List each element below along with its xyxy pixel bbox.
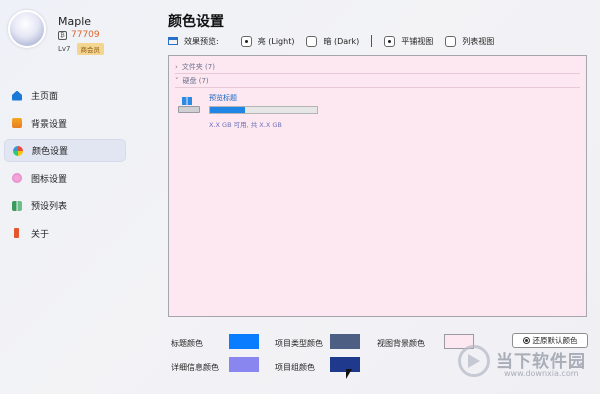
type-color-label: 项目类型颜色	[275, 339, 323, 348]
sidebar-item-color[interactable]: 颜色设置	[4, 139, 126, 162]
preview-options: 效果预览: 亮 (Light) 暗 (Dark) 平铺视图 列表视图	[168, 34, 506, 48]
level-label: Lv7	[58, 45, 71, 53]
watermark: 当下软件园 www.downxia.com	[458, 343, 598, 391]
level-row: Lv7 商会员	[58, 43, 104, 55]
folders-group[interactable]: › 文件夹 (7)	[175, 62, 215, 72]
type-color-swatch[interactable]	[330, 334, 360, 349]
divider	[175, 73, 580, 74]
detail-color-label: 详细信息颜色	[171, 363, 219, 372]
sidebar-item-label: 预设列表	[31, 202, 68, 212]
title-color-swatch[interactable]	[229, 334, 259, 349]
coin-value: 77709	[71, 30, 100, 40]
sidebar-item-presets[interactable]: 预设列表	[4, 194, 126, 217]
flower-icon	[12, 173, 22, 183]
sidebar-item-about[interactable]: 关于	[4, 222, 126, 245]
explorer-preview: › 文件夹 (7) ˅ 硬盘 (7) 预览标题 X.X GB 可用, 共 X.X…	[168, 55, 587, 317]
detail-color-swatch[interactable]	[229, 357, 259, 372]
member-badge: 商会员	[76, 43, 104, 55]
coin-icon: ₿	[58, 30, 67, 40]
folder-icon	[12, 118, 22, 128]
radio-dark[interactable]	[306, 35, 318, 47]
drive-info: 预览标题 X.X GB 可用, 共 X.X GB	[209, 93, 318, 129]
sidebar-item-label: 图标设置	[31, 174, 68, 185]
list-view-label: 列表视图	[462, 36, 495, 46]
title-color-label: 标题颜色	[171, 339, 203, 348]
drive-icon	[178, 97, 202, 115]
sidebar-item-label: 颜色设置	[32, 147, 69, 157]
dark-mode-option[interactable]: 暗 (Dark)	[306, 35, 360, 47]
user-name: Maple	[58, 15, 92, 28]
sidebar: Maple ₿ 77709 Lv7 商会员 主页面 背景设置 颜色设置 图标设置…	[0, 0, 135, 394]
drive-detail: X.X GB 可用, 共 X.X GB	[209, 121, 282, 129]
coin-row: ₿ 77709	[58, 30, 100, 40]
light-mode-option[interactable]: 亮 (Light)	[240, 35, 295, 47]
divider	[371, 35, 373, 47]
tile-view-label: 平铺视图	[401, 36, 434, 46]
drives-group[interactable]: ˅ 硬盘 (7)	[175, 76, 209, 86]
mouse-cursor-icon	[346, 369, 352, 379]
drive-title: 预览标题	[209, 94, 237, 102]
radio-light[interactable]	[240, 35, 252, 47]
view-bg-color-label: 视图背景颜色	[377, 339, 425, 348]
drives-group-label: 硬盘 (7)	[182, 77, 209, 85]
drive-usage-bar	[209, 106, 318, 114]
list-icon	[12, 200, 22, 211]
sidebar-item-icons[interactable]: 图标设置	[4, 167, 126, 190]
group-color-swatch[interactable]	[330, 357, 360, 372]
play-logo-icon	[458, 345, 490, 377]
sidebar-item-home[interactable]: 主页面	[4, 84, 126, 107]
sidebar-item-background[interactable]: 背景设置	[4, 112, 126, 135]
watermark-url: www.downxia.com	[504, 369, 579, 378]
drive-usage-fill	[210, 107, 246, 113]
sidebar-item-label: 主页面	[31, 92, 59, 102]
sidebar-nav: 主页面 背景设置 颜色设置 图标设置 预设列表 关于	[4, 84, 126, 249]
home-icon	[12, 90, 22, 101]
sidebar-item-label: 关于	[31, 229, 50, 240]
folders-group-label: 文件夹 (7)	[181, 63, 215, 71]
avatar[interactable]	[8, 10, 46, 48]
tile-view-option[interactable]: 平铺视图	[384, 35, 434, 47]
chevron-right-icon: ›	[175, 63, 178, 71]
sidebar-item-label: 背景设置	[31, 119, 68, 130]
list-view-option[interactable]: 列表视图	[445, 35, 495, 47]
color-wheel-icon	[13, 145, 23, 156]
group-color-label: 项目组颜色	[275, 363, 315, 372]
divider	[175, 87, 580, 88]
light-label: 亮 (Light)	[257, 36, 295, 46]
chevron-down-icon: ˅	[175, 77, 179, 85]
drive-tile[interactable]: 预览标题 X.X GB 可用, 共 X.X GB	[178, 93, 318, 129]
dark-label: 暗 (Dark)	[323, 36, 360, 46]
radio-tile-view[interactable]	[384, 35, 396, 47]
page-title: 颜色设置	[168, 14, 224, 30]
info-icon	[14, 228, 19, 238]
window-icon	[168, 37, 178, 45]
preview-label: 效果预览:	[184, 36, 219, 46]
radio-list-view[interactable]	[445, 35, 457, 47]
